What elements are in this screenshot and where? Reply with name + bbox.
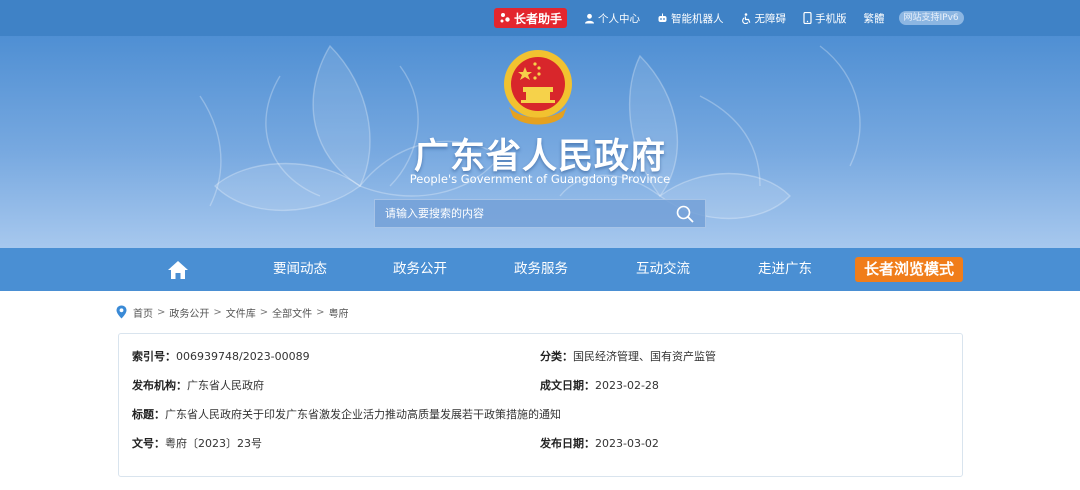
robot-icon [658, 13, 667, 22]
personal-center-label: 个人中心 [598, 12, 641, 25]
title-label: 标题： [132, 408, 165, 421]
document-number-label: 文号： [132, 437, 165, 450]
nav-gov-affairs-public[interactable]: 政务公开 [390, 248, 450, 291]
elder-assistant-label: 长者助手 [514, 11, 563, 26]
nav-interaction[interactable]: 互动交流 [633, 248, 693, 291]
mobile-icon [803, 12, 812, 24]
document-info-panel: 索引号：006939748/2023-00089 分类：国民经济管理、国有资产监… [118, 333, 963, 477]
publisher-value: 广东省人民政府 [187, 379, 264, 392]
user-icon [585, 13, 595, 23]
breadcrumb-gov-affairs[interactable]: 政务公开 [169, 305, 209, 320]
top-utility-bar: 长者助手 个人中心 智能机器人 无障碍 手机版 繁體 网站支持IPv6 [0, 0, 1080, 36]
nav-news[interactable]: 要闻动态 [270, 248, 330, 291]
ipv6-badge: 网站支持IPv6 [898, 11, 964, 25]
category-label: 分类： [540, 350, 573, 363]
header-banner: 广东省人民政府 People's Government of Guangdong… [0, 36, 1080, 248]
breadcrumb: 首页 > 政务公开 > 文件库 > 全部文件 > 粤府 [116, 304, 349, 320]
breadcrumb-current[interactable]: 粤府 [329, 305, 349, 320]
publish-date-field: 发布日期：2023-03-02 [540, 435, 659, 451]
traditional-chinese-link[interactable]: 繁體 [864, 11, 885, 26]
index-number-value: 006939748/2023-00089 [176, 350, 310, 363]
document-number-value: 粤府〔2023〕23号 [165, 437, 262, 450]
accessibility-label: 无障碍 [754, 12, 787, 25]
main-nav: 要闻动态 政务公开 政务服务 互动交流 走进广东 长者浏览模式 [0, 248, 1080, 291]
mobile-version-link[interactable]: 手机版 [803, 11, 847, 26]
personal-center-link[interactable]: 个人中心 [584, 11, 640, 26]
nav-about-guangdong[interactable]: 走进广东 [755, 248, 815, 291]
publish-date-label: 发布日期： [540, 437, 595, 450]
search-input[interactable] [375, 200, 665, 227]
smart-robot-link[interactable]: 智能机器人 [657, 11, 724, 26]
site-subtitle: People's Government of Guangdong Provinc… [409, 172, 671, 186]
elder-assistant-icon [500, 13, 510, 23]
smart-robot-label: 智能机器人 [671, 12, 724, 25]
index-number-field: 索引号：006939748/2023-00089 [132, 348, 310, 364]
document-number-field: 文号：粤府〔2023〕23号 [132, 435, 262, 451]
publish-date-value: 2023-03-02 [595, 437, 659, 450]
title-field: 标题：广东省人民政府关于印发广东省激发企业活力推动高质量发展若干政策措施的通知 [132, 406, 561, 422]
elder-mode-button[interactable]: 长者浏览模式 [855, 257, 963, 282]
location-pin-icon [116, 305, 127, 319]
search-box [374, 199, 706, 228]
traditional-chinese-label: 繁體 [863, 12, 885, 25]
category-value: 国民经济管理、国有资产监管 [573, 350, 716, 363]
breadcrumb-separator: > [157, 306, 166, 318]
publisher-label: 发布机构： [132, 379, 187, 392]
written-date-value: 2023-02-28 [595, 379, 659, 392]
breadcrumb-all-files[interactable]: 全部文件 [272, 305, 312, 320]
home-icon[interactable] [167, 260, 189, 280]
breadcrumb-file-library[interactable]: 文件库 [226, 305, 256, 320]
breadcrumb-separator: > [316, 306, 325, 318]
national-emblem [504, 50, 572, 125]
written-date-field: 成文日期：2023-02-28 [540, 377, 659, 393]
elder-assistant-button[interactable]: 长者助手 [494, 8, 568, 28]
mobile-version-label: 手机版 [815, 12, 847, 25]
search-icon[interactable] [675, 204, 695, 224]
title-value: 广东省人民政府关于印发广东省激发企业活力推动高质量发展若干政策措施的通知 [165, 408, 561, 421]
publisher-field: 发布机构：广东省人民政府 [132, 377, 264, 393]
breadcrumb-separator: > [213, 306, 222, 318]
breadcrumb-home[interactable]: 首页 [133, 305, 153, 320]
accessibility-icon [741, 12, 750, 24]
written-date-label: 成文日期： [540, 379, 595, 392]
index-number-label: 索引号： [132, 350, 176, 363]
breadcrumb-separator: > [259, 306, 269, 318]
nav-gov-services[interactable]: 政务服务 [511, 248, 571, 291]
accessibility-link[interactable]: 无障碍 [741, 11, 787, 26]
category-field: 分类：国民经济管理、国有资产监管 [540, 348, 716, 364]
